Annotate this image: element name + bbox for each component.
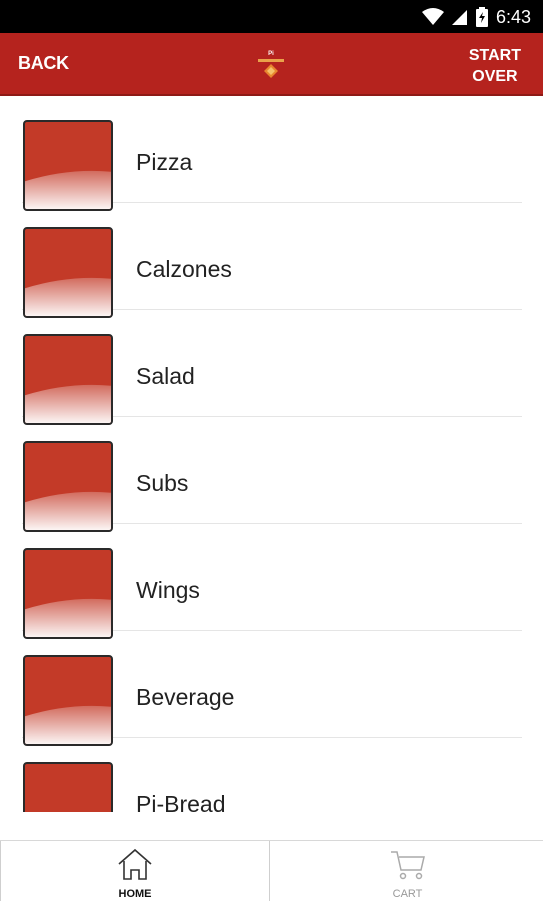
menu-item-label: Calzones	[136, 256, 232, 282]
home-label: HOME	[118, 888, 152, 900]
signal-icon	[451, 10, 467, 25]
menu-item-label: Wings	[136, 577, 200, 603]
category-thumbnail	[23, 441, 113, 532]
cart-label: CART	[392, 888, 423, 900]
back-button[interactable]: BACK	[18, 53, 69, 74]
status-icons: 6:43	[421, 6, 531, 28]
menu-item-label: Salad	[136, 363, 195, 389]
menu-item-beverage[interactable]: Beverage	[22, 631, 522, 746]
category-thumbnail	[23, 120, 113, 211]
menu-item-label: Pizza	[136, 149, 193, 175]
status-bar: 6:43	[0, 0, 543, 33]
restaurant-logo: Pi	[250, 49, 292, 83]
menu-item-label: Pi-Bread	[136, 791, 226, 812]
menu-item-subs[interactable]: Subs	[22, 417, 522, 532]
category-thumbnail	[23, 334, 113, 425]
home-tab[interactable]: HOME	[0, 841, 270, 901]
cart-icon	[390, 851, 425, 880]
menu-item-label: Subs	[136, 470, 189, 496]
menu-item-pizza[interactable]: Pizza	[22, 96, 522, 211]
cart-tab[interactable]: CART	[272, 841, 543, 901]
menu-item-label: Beverage	[136, 684, 235, 710]
category-thumbnail	[23, 655, 113, 746]
battery-icon	[475, 7, 488, 27]
category-thumbnail	[23, 762, 113, 812]
menu-item-pi-bread[interactable]: Pi-Bread	[22, 738, 522, 812]
wifi-icon	[421, 8, 444, 25]
status-time: 6:43	[495, 6, 531, 27]
menu-item-calzones[interactable]: Calzones	[22, 203, 522, 318]
start-over-button[interactable]: START OVER	[469, 45, 521, 87]
start-over-line2: OVER	[472, 68, 518, 85]
category-thumbnail	[23, 548, 113, 639]
category-thumbnail	[23, 227, 113, 318]
logo-text: Pi	[268, 51, 274, 57]
bottom-nav: HOME CART	[0, 840, 543, 901]
app-bar: BACK Pi START OVER	[0, 33, 543, 96]
menu-category-list[interactable]: Pizza Calzones Salad Subs Wings Beverage	[0, 96, 543, 812]
menu-item-wings[interactable]: Wings	[22, 524, 522, 639]
start-over-line1: START	[468, 47, 521, 64]
home-icon	[118, 848, 152, 880]
menu-item-salad[interactable]: Salad	[22, 310, 522, 425]
